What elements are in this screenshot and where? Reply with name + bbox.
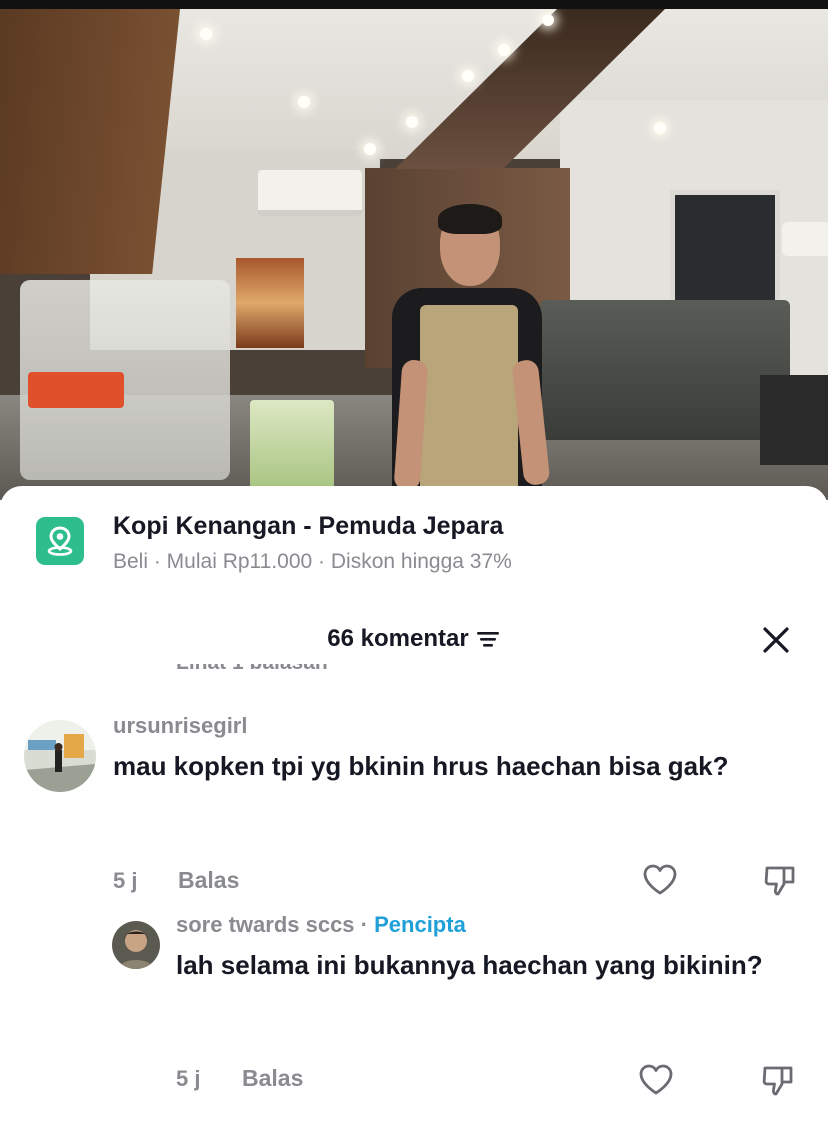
comment-count-wrapper: 66 komentar <box>0 625 828 653</box>
video-ceiling-light <box>498 44 510 56</box>
dislike-icon[interactable] <box>760 1062 796 1098</box>
filter-lines-icon <box>476 632 499 647</box>
video-ceiling-light <box>364 143 376 155</box>
video-air-conditioner-2 <box>782 222 828 256</box>
reply-username-line: sore twards sccs · Pencipta <box>176 912 466 938</box>
reply-username[interactable]: sore twards sccs <box>176 912 355 937</box>
comments-header: 66 komentar <box>0 620 828 662</box>
video-wood-beam <box>0 9 181 274</box>
reply-button[interactable]: Balas <box>242 1065 303 1092</box>
video-air-conditioner <box>258 170 362 216</box>
reply-time: 5 j <box>176 1066 201 1091</box>
comment-username[interactable]: ursunrisegirl <box>113 713 247 739</box>
video-ceiling-light <box>542 14 554 26</box>
video-person-hair <box>438 204 502 234</box>
video-player[interactable] <box>0 0 828 500</box>
place-title: Kopi Kenangan - Pemuda Jepara <box>113 512 504 540</box>
location-pin-icon <box>36 517 84 565</box>
comment-count: 66 komentar <box>327 625 469 652</box>
avatar[interactable] <box>112 921 160 969</box>
dislike-icon[interactable] <box>762 862 798 898</box>
creator-badge: Pencipta <box>374 912 466 937</box>
heart-icon[interactable] <box>638 1062 674 1098</box>
video-ceiling-light <box>298 96 310 108</box>
close-button[interactable] <box>760 624 792 656</box>
video-espresso-machine <box>540 300 790 440</box>
video-ceiling-light <box>200 28 212 40</box>
video-ceiling-light <box>462 70 474 82</box>
comment-time: 5 j <box>113 868 138 893</box>
reply-button[interactable]: Balas <box>178 867 239 894</box>
view-replies-link[interactable]: Lihat 1 balasan <box>176 664 328 678</box>
video-green-drink <box>250 400 334 490</box>
video-red-container <box>28 372 124 408</box>
reply-item: sore twards sccs · Pencipta lah selama i… <box>0 912 828 1123</box>
comment-count-button[interactable]: 66 komentar <box>327 625 500 653</box>
comments-sheet: Kopi Kenangan - Pemuda Jepara Beli · Mul… <box>0 486 828 1123</box>
close-icon <box>763 627 789 653</box>
status-bar <box>0 0 828 9</box>
reply-text: lah selama ini bukannya haechan yang bik… <box>176 950 763 980</box>
place-anchor[interactable]: Kopi Kenangan - Pemuda Jepara Beli · Mul… <box>0 486 828 596</box>
video-grinder <box>760 375 828 465</box>
avatar[interactable] <box>24 720 96 792</box>
comment-text: mau kopken tpi yg bkinin hrus haechan bi… <box>113 751 729 781</box>
view-replies-label: Lihat 1 balasan <box>176 664 328 674</box>
place-subtitle: Beli · Mulai Rp11.000 · Diskon hingga 37… <box>113 550 512 573</box>
video-poster <box>236 258 304 348</box>
video-ceiling-light <box>406 116 418 128</box>
comment-item: ursunrisegirl mau kopken tpi yg bkinin h… <box>0 713 828 906</box>
heart-icon[interactable] <box>642 862 678 898</box>
video-ceiling-light <box>654 122 666 134</box>
username-separator: · <box>354 912 375 937</box>
video-person-apron <box>420 305 518 500</box>
